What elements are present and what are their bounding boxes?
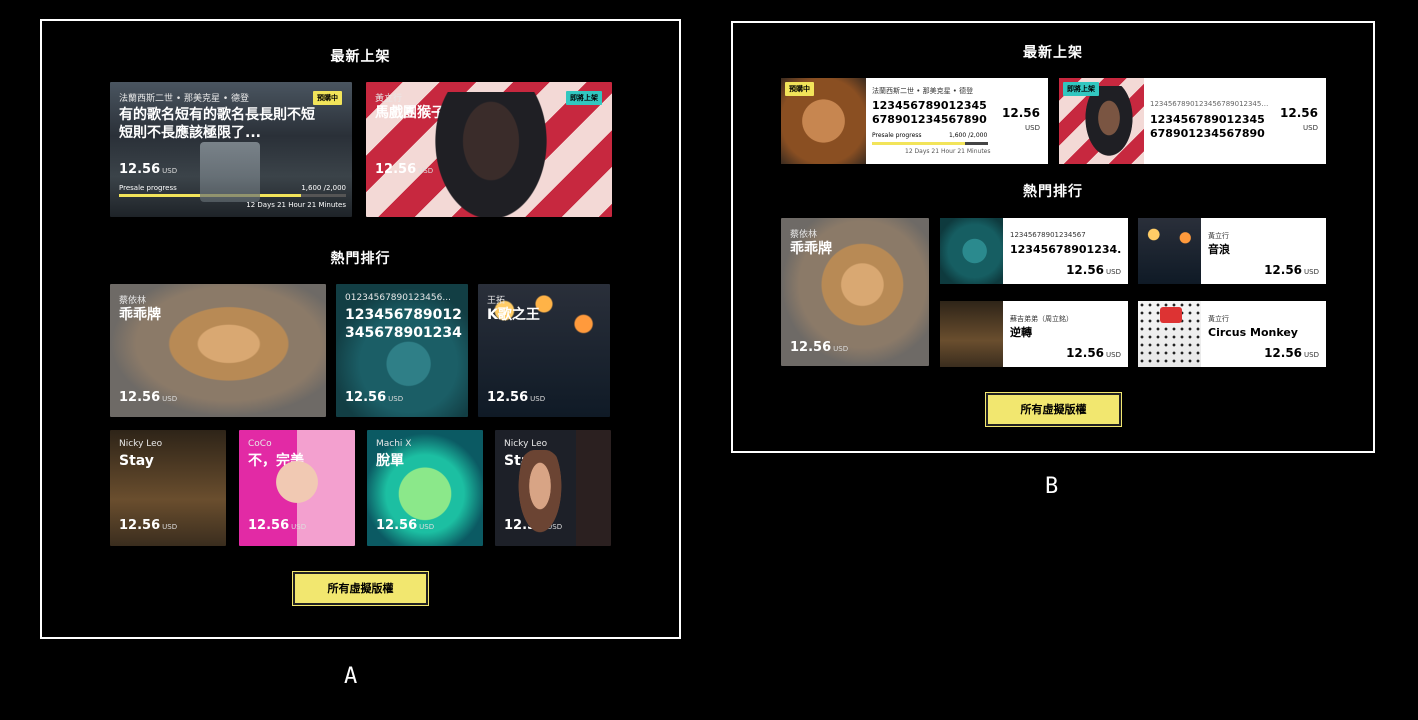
- artist-name: 王拓: [487, 296, 506, 306]
- artist-name: 01234567890123456...: [345, 293, 451, 303]
- ranking-card[interactable]: 王拓 K歌之王 12.56 USD: [478, 284, 610, 417]
- ranking-card[interactable]: 12345678901234567 12345678901234... 12.5…: [940, 218, 1128, 284]
- artist-name: 黃立行: [1208, 315, 1229, 323]
- price: 12.56 USD: [376, 518, 435, 533]
- song-title: Circus Monkey: [1208, 326, 1298, 339]
- variant-b-label: B: [1045, 474, 1059, 499]
- presale-progress-count: 1,600 /2,000: [949, 132, 988, 139]
- coming-soon-badge: 即將上架: [566, 91, 602, 105]
- price: 12.56 USD: [1066, 263, 1121, 277]
- variant-a-label: A: [344, 664, 358, 689]
- song-title: 逆轉: [1010, 326, 1032, 339]
- song-title: 12345678901234...: [1010, 243, 1122, 256]
- ranking-card[interactable]: Nicky Leo Stay 12.56 USD: [110, 430, 226, 546]
- price: 12.56 USD: [790, 340, 849, 355]
- new-releases-title: 最新上架: [1023, 45, 1083, 61]
- cover-image: [1138, 218, 1201, 284]
- coming-soon-badge: 即將上架: [1063, 82, 1099, 96]
- currency: USD: [1303, 124, 1318, 132]
- artist-name: 蘇吉弟弟（周立銘）: [1010, 315, 1073, 323]
- price: 12.56 USD: [1264, 346, 1319, 360]
- artist-name: 蔡依林: [119, 296, 147, 306]
- artist-name: Nicky Leo: [119, 439, 163, 449]
- ranking-card[interactable]: 黃立行 音浪 12.56 USD: [1138, 218, 1326, 284]
- countdown: 12 Days 21 Hour 21 Minutes: [905, 148, 991, 155]
- song-title: 不，完美: [248, 453, 304, 469]
- song-title: 音浪: [1208, 243, 1230, 256]
- song-title: Stay: [504, 453, 539, 469]
- cover-image: [1138, 301, 1201, 367]
- price: 12.56 USD: [345, 390, 404, 405]
- ranking-card-featured[interactable]: 蔡依林 乖乖牌 12.56 USD: [781, 218, 929, 366]
- price: 12.56 USD: [119, 162, 178, 177]
- cover-image: [940, 301, 1003, 367]
- artist-name: 12345678901234567890123456789012: [1150, 100, 1270, 108]
- price: 12.56 USD: [487, 390, 546, 405]
- price: 12.56: [1280, 106, 1318, 120]
- artist-name: Machi X: [376, 439, 412, 449]
- presale-progress-bar: [872, 142, 988, 145]
- artist-name: 12345678901234567: [1010, 231, 1086, 239]
- new-release-card[interactable]: 黃立行 即將上架 馬戲團猴子 12.56 USD: [366, 82, 612, 217]
- ranking-card[interactable]: Machi X 脫單 12.56 USD: [367, 430, 483, 546]
- ranking-card[interactable]: Nicky Leo Stay 12.56 USD: [495, 430, 611, 546]
- presale-progress-count: 1,600 /2,000: [301, 184, 346, 192]
- price: 12.56: [1002, 106, 1040, 120]
- ranking-card[interactable]: 黃立行 Circus Monkey 12.56 USD: [1138, 301, 1326, 367]
- new-release-card[interactable]: 法蘭西斯二世 • 那美克星 • 德登 預購中 有的歌名短有的歌名長長則不短短則不…: [110, 82, 352, 217]
- price: 12.56 USD: [1264, 263, 1319, 277]
- artist-name: 黃立行: [375, 94, 403, 104]
- song-title: 有的歌名短有的歌名長長則不短短則不長應該極限了...: [119, 107, 315, 141]
- artist-name: Nicky Leo: [504, 439, 548, 449]
- ranking-card[interactable]: 01234567890123456... 1234567890123456789…: [336, 284, 468, 417]
- artist-name: CoCo: [248, 439, 272, 449]
- artist-name: 蔡依林: [790, 230, 818, 240]
- price: 12.56 USD: [119, 390, 178, 405]
- price: 12.56 USD: [248, 518, 307, 533]
- song-title: 12345678901234567890123456789012...: [872, 99, 987, 126]
- artist-name: 黃立行: [1208, 232, 1229, 240]
- presale-progress-fill: [119, 194, 301, 197]
- countdown: 12 Days 21 Hour 21 Minutes: [246, 201, 346, 209]
- presale-badge: 預購中: [313, 91, 342, 105]
- new-releases-title: 最新上架: [330, 49, 391, 65]
- song-title: 12345678901234567890123456789012...: [1150, 113, 1265, 140]
- presale-progress-label: Presale progress: [119, 184, 177, 192]
- price: 12.56 USD: [119, 518, 178, 533]
- variant-a-frame: 最新上架 法蘭西斯二世 • 那美克星 • 德登 預購中 有的歌名短有的歌名長長則…: [40, 19, 681, 639]
- hot-ranking-title: 熱門排行: [1023, 184, 1083, 200]
- variant-b-frame: 最新上架 預購中 法蘭西斯二世 • 那美克星 • 德登 123456789012…: [731, 21, 1375, 453]
- song-title: 乖乖牌: [790, 241, 832, 257]
- price: 12.56 USD: [504, 518, 563, 533]
- ranking-card[interactable]: CoCo 不，完美 12.56 USD: [239, 430, 355, 546]
- song-title: 12345678901234567890123456...: [345, 307, 462, 341]
- price: 12.56 USD: [1066, 346, 1121, 360]
- song-title: 脫單: [376, 453, 404, 469]
- song-title: K歌之王: [487, 307, 540, 323]
- ranking-card[interactable]: 蔡依林 乖乖牌 12.56 USD: [110, 284, 326, 417]
- presale-progress-fill: [872, 142, 965, 145]
- new-release-card[interactable]: 預購中 法蘭西斯二世 • 那美克星 • 德登 12345678901234567…: [781, 78, 1048, 164]
- presale-progress-bar: [119, 194, 346, 197]
- currency: USD: [1025, 124, 1040, 132]
- new-release-card[interactable]: 即將上架 12345678901234567890123456789012 12…: [1059, 78, 1326, 164]
- presale-badge: 預購中: [785, 82, 814, 96]
- presale-progress-label: Presale progress: [872, 132, 922, 139]
- all-virtual-copyrights-button[interactable]: 所有虛擬版權: [292, 571, 429, 606]
- all-virtual-copyrights-button[interactable]: 所有虛擬版權: [985, 392, 1122, 427]
- hot-ranking-title: 熱門排行: [330, 251, 391, 267]
- cover-image: [940, 218, 1003, 284]
- song-title: Stay: [119, 453, 154, 469]
- ranking-card[interactable]: 蘇吉弟弟（周立銘） 逆轉 12.56 USD: [940, 301, 1128, 367]
- song-title: 馬戲團猴子: [375, 105, 445, 121]
- artist-name: 法蘭西斯二世 • 那美克星 • 德登: [872, 87, 974, 95]
- artist-name: 法蘭西斯二世 • 那美克星 • 德登: [119, 94, 250, 104]
- price: 12.56 USD: [375, 162, 434, 177]
- song-title: 乖乖牌: [119, 307, 161, 323]
